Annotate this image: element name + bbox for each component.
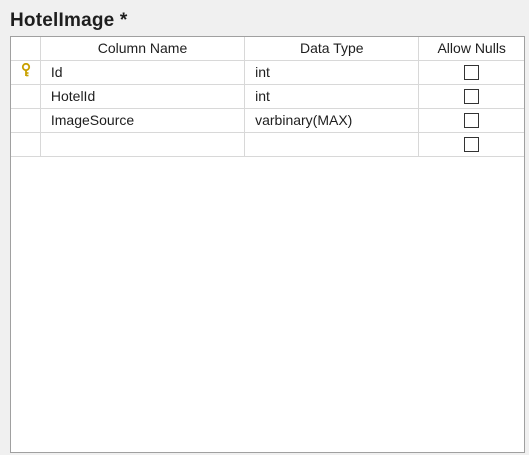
- column-name-cell[interactable]: HotelId: [40, 85, 246, 109]
- data-type-cell[interactable]: int: [245, 61, 420, 85]
- column-name-header[interactable]: Column Name: [40, 37, 246, 61]
- column-name-cell[interactable]: Id: [40, 61, 246, 85]
- allow-nulls-cell: [419, 133, 524, 157]
- allow-nulls-cell: [419, 109, 524, 133]
- data-type-cell[interactable]: varbinary(MAX): [245, 109, 420, 133]
- key-icon: [11, 61, 40, 84]
- allow-nulls-checkbox[interactable]: [464, 112, 480, 128]
- allow-nulls-checkbox[interactable]: [464, 88, 480, 104]
- column-name-cell[interactable]: [40, 133, 246, 157]
- table-row-new[interactable]: [11, 133, 524, 157]
- row-selector[interactable]: [11, 61, 41, 85]
- table-row[interactable]: Id int: [11, 61, 524, 85]
- table-row[interactable]: ImageSource varbinary(MAX): [11, 109, 524, 133]
- table-row[interactable]: HotelId int: [11, 85, 524, 109]
- allow-nulls-checkbox[interactable]: [464, 136, 480, 152]
- row-selector[interactable]: [11, 109, 41, 133]
- allow-nulls-cell: [419, 61, 524, 85]
- row-selector[interactable]: [11, 133, 41, 157]
- data-type-header[interactable]: Data Type: [245, 37, 420, 61]
- table-designer-window: HotelImage * Column Name Data Type Allow…: [0, 0, 529, 455]
- data-type-cell[interactable]: int: [245, 85, 420, 109]
- row-selector-header: [11, 37, 41, 61]
- row-selector[interactable]: [11, 85, 41, 109]
- allow-nulls-cell: [419, 85, 524, 109]
- allow-nulls-header[interactable]: Allow Nulls: [419, 37, 524, 61]
- column-name-cell[interactable]: ImageSource: [40, 109, 246, 133]
- data-type-cell[interactable]: [245, 133, 420, 157]
- allow-nulls-checkbox[interactable]: [464, 64, 480, 80]
- grid-header: Column Name Data Type Allow Nulls: [11, 37, 524, 61]
- column-grid: Column Name Data Type Allow Nulls Id int…: [10, 36, 525, 453]
- table-title: HotelImage *: [10, 10, 128, 31]
